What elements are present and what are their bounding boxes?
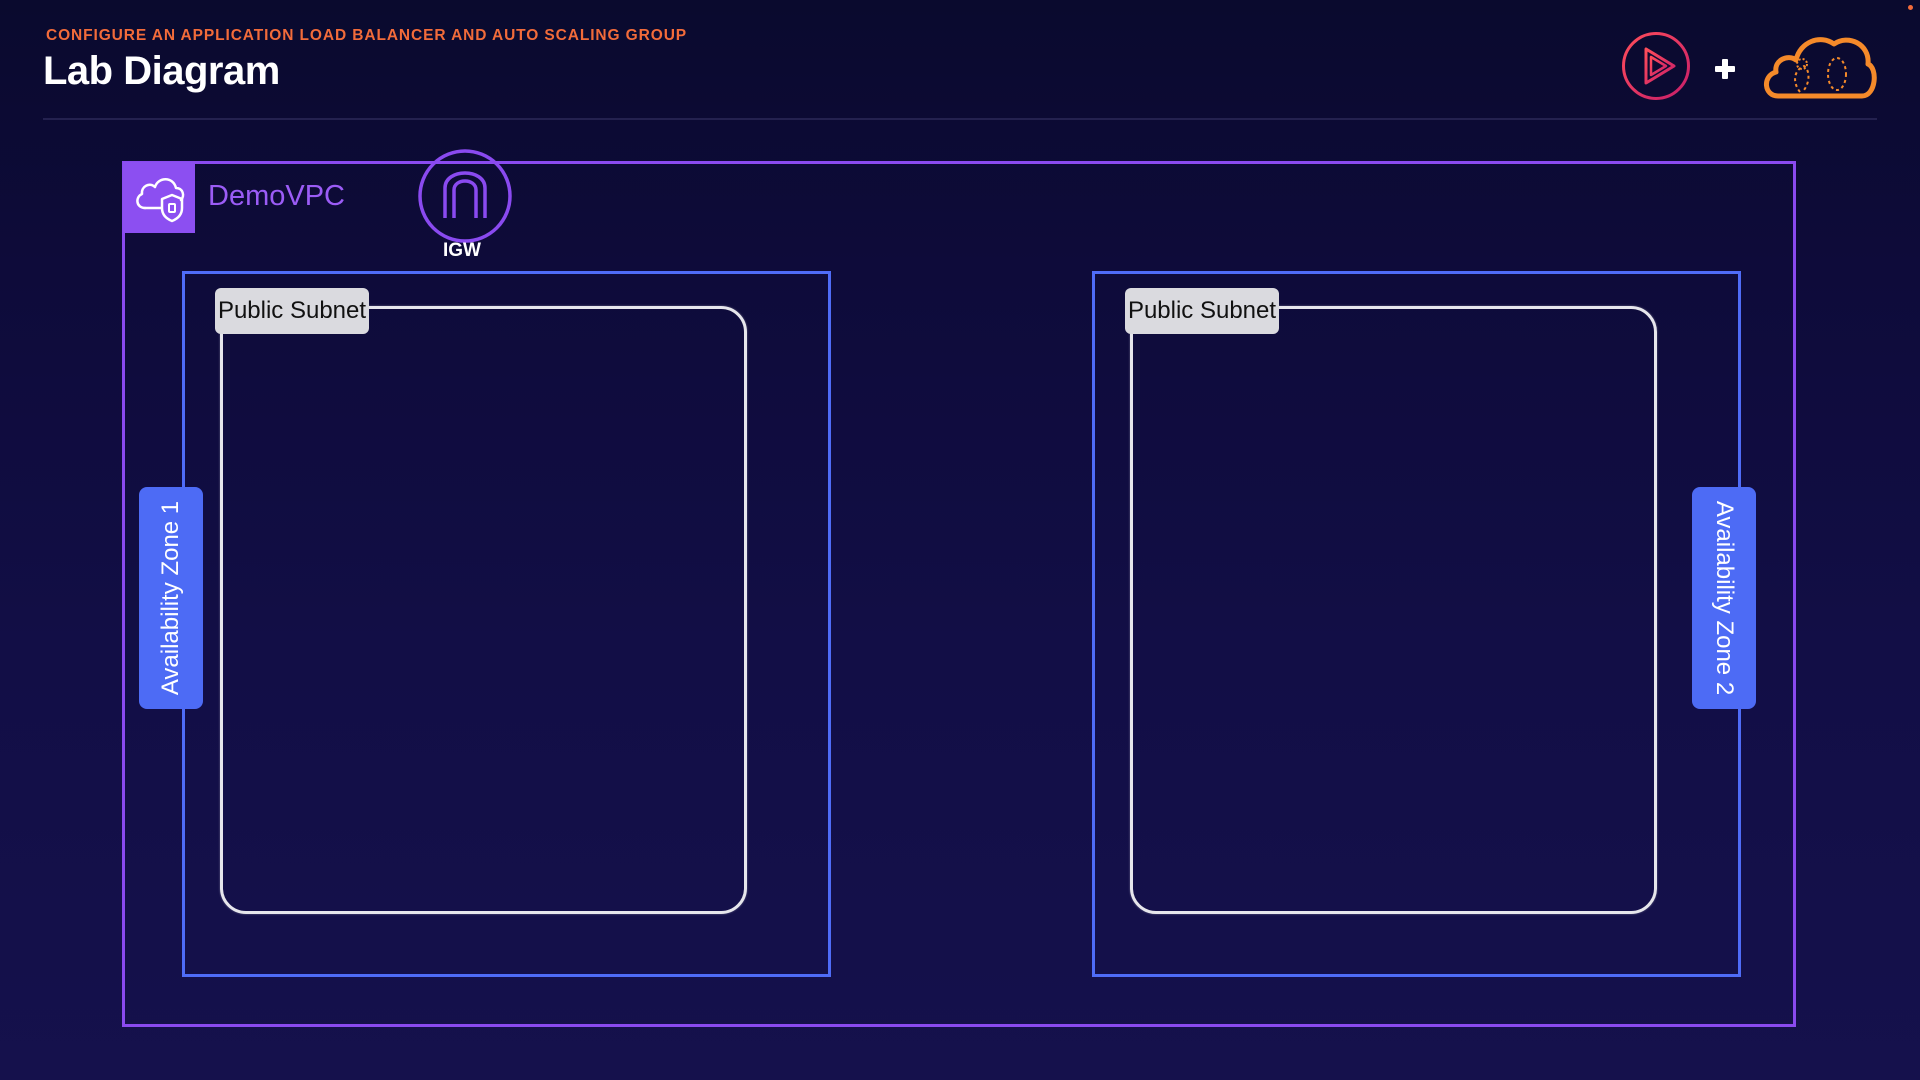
internet-gateway-icon <box>417 148 513 244</box>
igw-label: IGW <box>443 240 481 261</box>
pluralsight-play-icon <box>1621 31 1691 101</box>
public-subnet-1-label: Public Subnet <box>215 288 369 334</box>
vpc-label: DemoVPC <box>208 180 345 212</box>
availability-zone-2-label: Availability Zone 2 <box>1711 500 1738 696</box>
plus-icon <box>1712 56 1738 82</box>
corner-marker <box>1908 5 1913 10</box>
availability-zone-1-tab: Availability Zone 1 <box>139 487 203 709</box>
vpc-cloud-shield-icon <box>123 162 195 233</box>
page-title: Lab Diagram <box>43 49 280 93</box>
lab-subtitle: CONFIGURE AN APPLICATION LOAD BALANCER A… <box>46 27 688 44</box>
public-subnet-1-boundary <box>220 306 747 914</box>
availability-zone-2-tab: Availability Zone 2 <box>1692 487 1756 709</box>
acloudguru-cloud-icon <box>1758 26 1878 104</box>
header-divider <box>43 118 1877 120</box>
availability-zone-1-label: Availability Zone 1 <box>157 500 184 696</box>
public-subnet-2-label: Public Subnet <box>1125 288 1279 334</box>
public-subnet-2-boundary <box>1130 306 1657 914</box>
